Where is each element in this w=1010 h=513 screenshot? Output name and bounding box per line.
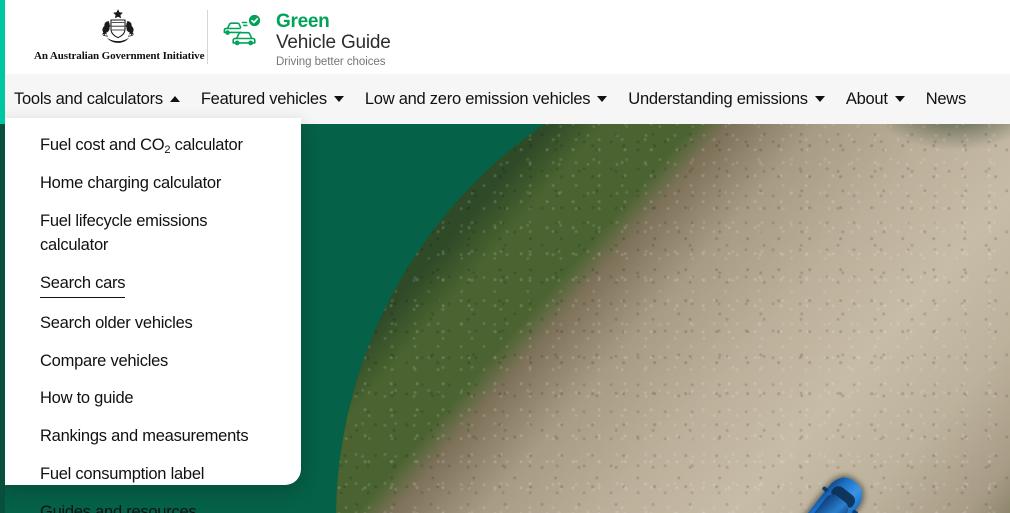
chevron-down-icon [814,96,825,102]
dropdown-item-search-older-vehicles[interactable]: Search older vehicles [0,308,301,340]
dropdown-item-fuel-consumption-label[interactable]: Fuel consumption label [0,459,301,491]
co2-subscript: 2 [164,144,171,156]
dropdown-label: Fuel lifecycle emissions calculator [40,211,208,254]
dropdown-label-post: calculator [170,136,243,154]
dropdown-item-fuel-lifecycle-emissions-calculator[interactable]: Fuel lifecycle emissions calculator [0,206,301,262]
nav-label: Tools and calculators [14,89,163,108]
dropdown-label: Search cars [40,272,126,298]
dropdown-label: Guides and resources [40,503,197,513]
dark-accent-rail [0,124,5,513]
nav-label: Low and zero emission vehicles [364,89,591,108]
dropdown-item-search-cars[interactable]: Search cars [0,268,301,302]
chevron-up-icon [169,96,180,102]
check-badge-icon [248,14,261,27]
dropdown-item-how-to-guide[interactable]: How to guide [0,383,301,415]
logo-word-vehicle-guide: Vehicle Guide [276,31,391,53]
dropdown-label: Rankings and measurements [40,427,249,446]
green-vehicle-guide-wordmark: Green Vehicle Guide Driving better choic… [276,12,391,68]
teal-accent-rail [0,0,5,124]
nav-label: Featured vehicles [200,89,327,108]
dropdown-item-home-charging-calculator[interactable]: Home charging calculator [0,168,301,200]
page-root: reener n make a — and tools nental [0,0,1010,513]
green-vehicle-guide-logo[interactable]: Green Vehicle Guide Driving better choic… [222,12,391,68]
crest-caption: An Australian Government Initiative [34,50,205,62]
main-navigation: Tools and calculators Featured vehicles … [0,74,1010,124]
nav-label: About [845,89,888,108]
brand-header: An Australian Government Initiative Gree… [0,0,1010,74]
green-vehicle-guide-cars-check-icon [223,14,261,46]
dropdown-label: How to guide [40,389,134,408]
dropdown-label: Fuel consumption label [40,465,205,484]
dropdown-label: Home charging calculator [40,173,222,192]
australian-government-logo[interactable]: An Australian Government Initiative [34,8,205,62]
dropdown-label-pre: Fuel cost and CO [40,136,165,154]
dropdown-label: Search older vehicles [40,313,193,332]
dropdown-label: Compare vehicles [40,351,169,370]
brand-divider [207,10,208,64]
nav-label: News [925,89,967,108]
nav-item-tools-and-calculators[interactable]: Tools and calculators [14,74,180,124]
dropdown-item-fuel-cost-and-co2-calculator[interactable]: Fuel cost and CO2 calculator [0,130,301,162]
nav-item-about[interactable]: About [846,74,905,124]
logo-tagline: Driving better choices [276,55,386,68]
nav-label: Understanding emissions [628,89,808,108]
nav-item-understanding-emissions[interactable]: Understanding emissions [628,74,825,124]
dropdown-item-compare-vehicles[interactable]: Compare vehicles [0,346,301,378]
nav-item-featured-vehicles[interactable]: Featured vehicles [201,74,344,124]
chevron-down-icon [333,96,344,102]
australian-coat-of-arms-icon [101,9,135,43]
dropdown-item-rankings-and-measurements[interactable]: Rankings and measurements [0,421,301,453]
tools-and-calculators-dropdown: Fuel cost and CO2 calculator Home chargi… [0,118,301,513]
logo-word-green: Green [276,11,330,32]
nav-item-news[interactable]: News [925,74,967,124]
chevron-down-icon [597,96,608,102]
dropdown-item-guides-and-resources[interactable]: Guides and resources [0,497,301,513]
chevron-down-icon [894,96,905,102]
nav-item-low-and-zero-emission-vehicles[interactable]: Low and zero emission vehicles [364,74,608,124]
